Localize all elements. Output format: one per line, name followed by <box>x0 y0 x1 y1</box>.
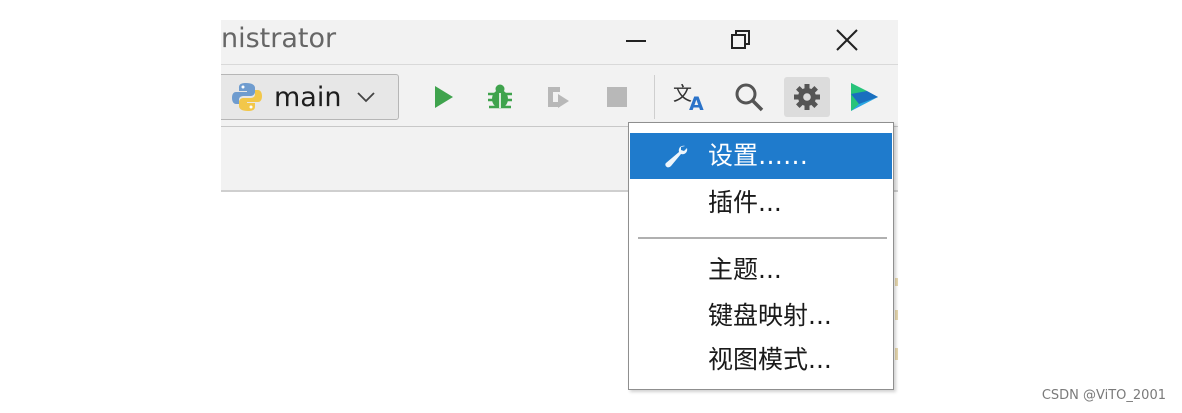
toolbar-separator <box>654 75 655 119</box>
close-icon <box>836 29 858 51</box>
debug-button[interactable] <box>477 77 523 117</box>
menu-item-settings[interactable]: 设置…… <box>630 133 892 179</box>
code-with-me-button[interactable] <box>841 77 887 117</box>
restore-button[interactable] <box>711 20 771 60</box>
svg-text:A: A <box>689 93 704 113</box>
run-configuration-label: main <box>274 81 342 113</box>
search-icon <box>735 83 764 112</box>
menu-item-keymap[interactable]: 键盘映射... <box>630 293 892 339</box>
menu-item-theme[interactable]: 主题... <box>630 247 892 293</box>
coverage-icon <box>548 87 569 108</box>
watermark-text: CSDN @ViTO_2001 <box>1041 388 1166 403</box>
run-configuration-selector[interactable]: main <box>221 74 399 120</box>
translate-icon: 文 A <box>673 83 704 113</box>
title-bar: nistrator <box>221 20 898 64</box>
stop-icon <box>607 87 627 107</box>
menu-item-label: 主题... <box>708 255 782 284</box>
bug-icon <box>488 84 512 109</box>
menu-item-label: 设置…… <box>708 141 809 170</box>
restore-icon <box>731 30 750 49</box>
play-icon <box>435 86 453 108</box>
main-toolbar: main 文 A <box>221 64 898 127</box>
run-button[interactable] <box>420 77 466 117</box>
translate-button[interactable]: 文 A <box>667 77 713 117</box>
menu-item-plugins[interactable]: 插件... <box>630 180 892 226</box>
menu-item-view-mode[interactable]: 视图模式... <box>630 337 892 383</box>
python-icon <box>232 83 262 111</box>
codewithme-icon <box>851 83 878 111</box>
settings-dropdown-menu: 设置…… 插件... 主题... 键盘映射... 视图模式... <box>628 122 894 390</box>
menu-item-label: 键盘映射... <box>708 301 832 330</box>
background-fragment <box>895 278 898 360</box>
menu-item-label: 视图模式... <box>708 345 832 374</box>
menu-item-label: 插件... <box>708 188 782 217</box>
minimize-icon <box>626 40 646 42</box>
window-title: nistrator <box>221 23 337 54</box>
wrench-icon <box>665 145 688 168</box>
stop-button[interactable] <box>594 77 640 117</box>
gear-icon <box>794 84 820 110</box>
search-everywhere-button[interactable] <box>726 77 772 117</box>
menu-separator <box>638 237 887 239</box>
settings-button[interactable] <box>784 77 830 117</box>
chevron-down-icon <box>357 92 376 103</box>
run-coverage-button[interactable] <box>534 77 580 117</box>
minimize-button[interactable] <box>606 20 666 60</box>
close-button[interactable] <box>817 20 877 60</box>
